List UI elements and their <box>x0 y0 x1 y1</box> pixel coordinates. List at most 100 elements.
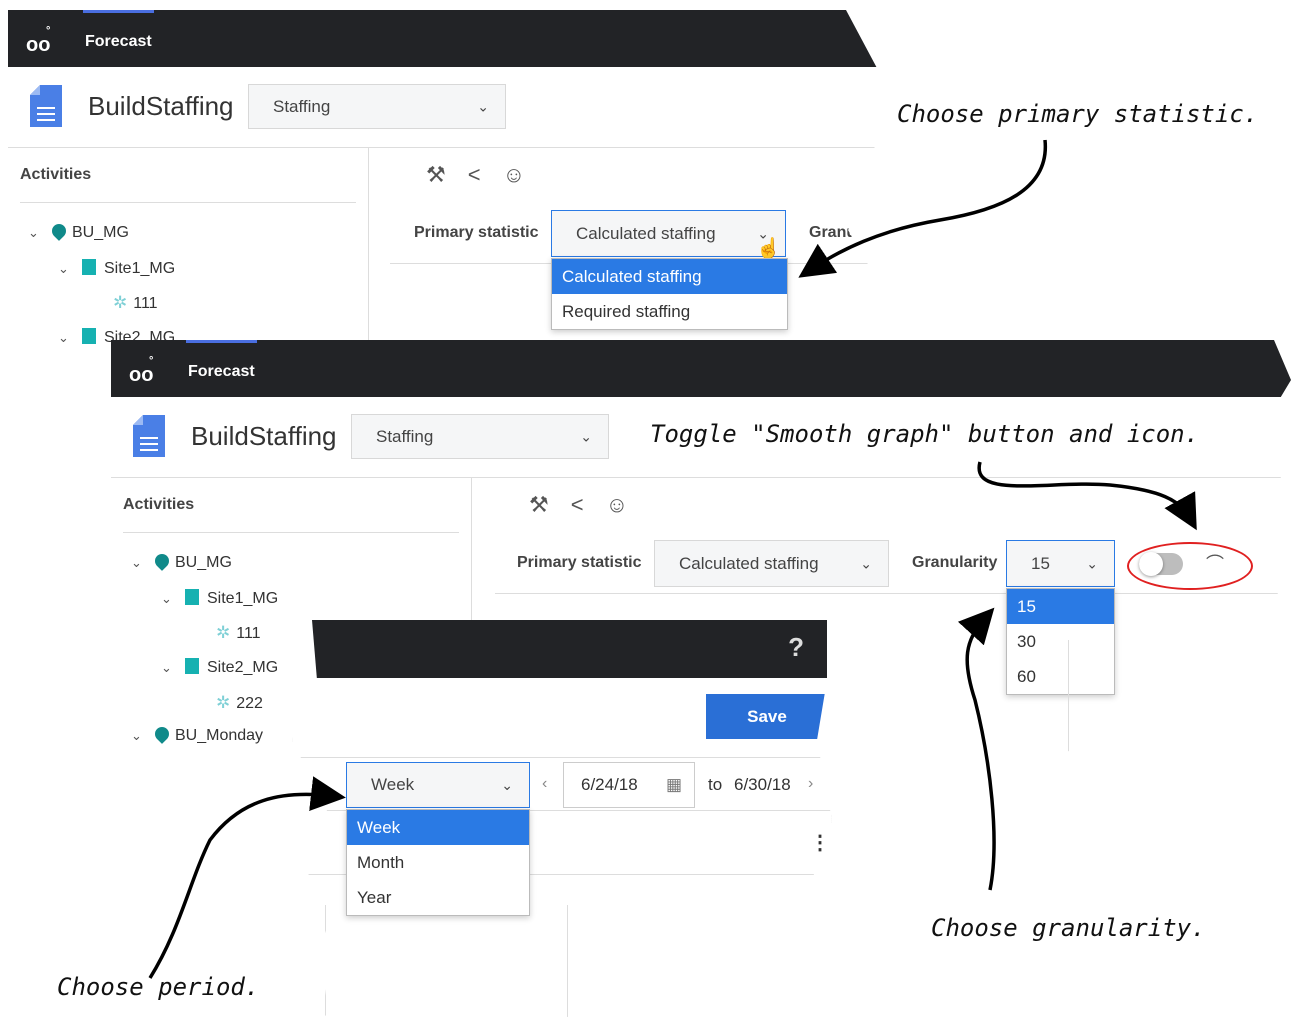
person-settings-icon[interactable]: ☺ <box>606 492 650 517</box>
menu-item-month[interactable]: Month <box>347 845 529 880</box>
tree-item-label: 111 <box>133 295 158 312</box>
screenshot-panel-period: ? Save Week ⌄ ‹ 6/24/18 ▦ to 6/30/18 › ⋮… <box>292 620 832 1020</box>
tab-forecast[interactable]: Forecast <box>186 340 257 397</box>
title-bar: BuildStaffing Staffing ⌄ <box>8 67 908 148</box>
divider <box>325 905 326 1020</box>
chevron-down-icon[interactable]: ⌄ <box>161 660 181 676</box>
period-value: Week <box>371 775 415 794</box>
primary-statistic-value: Calculated staffing <box>679 554 819 573</box>
gear-icon: ✲ <box>113 293 128 312</box>
primary-statistic-select[interactable]: Calculated staffing ⌄ <box>654 540 889 587</box>
view-select[interactable]: Staffing ⌄ <box>351 414 609 459</box>
divider <box>1068 640 1069 760</box>
granularity-menu: 15 30 60 <box>1006 588 1115 695</box>
building-icon <box>185 589 199 605</box>
tree-item-label: 111 <box>236 625 261 642</box>
calendar-icon[interactable]: ▦ <box>666 763 682 807</box>
tree-item-site2[interactable]: ⌄ Site2_MG <box>161 658 278 677</box>
end-date: 6/30/18 <box>734 775 791 794</box>
genesys-logo-icon: ° oo <box>129 355 154 386</box>
building-icon <box>82 259 96 275</box>
location-pin-icon <box>152 724 172 744</box>
document-icon <box>133 415 165 457</box>
tree-item-bu-mg[interactable]: ⌄ BU_MG <box>131 551 232 572</box>
chevron-down-icon[interactable]: ⌄ <box>131 555 151 571</box>
menu-item-15[interactable]: 15 <box>1007 589 1114 624</box>
gear-icon: ✲ <box>216 623 231 642</box>
view-select-value: Staffing <box>376 427 434 446</box>
tree-item-222[interactable]: ✲ 222 <box>216 693 263 713</box>
view-select[interactable]: Staffing ⌄ <box>248 84 506 129</box>
primary-statistic-menu: Calculated staffing Required staffing <box>551 258 788 330</box>
primary-statistic-label: Primary statistic <box>517 554 642 571</box>
person-settings-icon[interactable]: ☺ <box>503 162 547 187</box>
granularity-value: 15 <box>1031 554 1050 573</box>
divider <box>292 757 832 758</box>
primary-statistic-select[interactable]: Calculated staffing ⌄ <box>551 210 786 257</box>
chevron-down-icon: ⌄ <box>1086 555 1098 571</box>
toolbar: ⚒<☺ <box>426 162 547 188</box>
chevron-down-icon[interactable]: ⌄ <box>131 728 151 744</box>
chevron-down-icon[interactable]: ⌄ <box>58 330 78 346</box>
share-icon[interactable]: < <box>468 162 503 187</box>
tree-item-label: BU_MG <box>72 224 129 241</box>
tree-item-label: BU_Monday <box>175 727 264 744</box>
tree-item-111[interactable]: ✲ 111 <box>113 293 158 313</box>
primary-statistic-value: Calculated staffing <box>576 224 716 243</box>
tree-item-label: Site2_MG <box>207 659 279 676</box>
activities-header: Activities <box>123 496 195 513</box>
building-icon <box>185 658 199 674</box>
tree-item-site1[interactable]: ⌄ Site1_MG <box>58 259 175 278</box>
menu-item-calculated-staffing[interactable]: Calculated staffing <box>552 259 787 294</box>
share-icon[interactable]: < <box>571 492 606 517</box>
granularity-label: Granularity <box>912 554 998 571</box>
wrench-icon[interactable]: ⚒ <box>529 492 571 517</box>
tree-item-label: Site1_MG <box>207 590 279 607</box>
chevron-down-icon[interactable]: ⌄ <box>58 261 78 277</box>
tree-item-label: BU_MG <box>175 554 232 571</box>
more-vertical-icon[interactable]: ⋮ <box>810 830 830 855</box>
annotation-primary-statistic: Choose primary statistic. <box>897 100 1259 128</box>
start-date-input[interactable]: 6/24/18 ▦ <box>563 762 695 808</box>
arrow-period <box>148 776 346 979</box>
annotation-period: Choose period. <box>57 973 260 1001</box>
tree-item-bu-mg[interactable]: ⌄ BU_MG <box>28 221 129 242</box>
wrench-icon[interactable]: ⚒ <box>426 162 468 187</box>
divider <box>567 905 568 1020</box>
chevron-down-icon: ⌄ <box>580 428 592 444</box>
annotation-smooth-graph: Toggle "Smooth graph" button and icon. <box>650 420 1200 448</box>
tab-forecast[interactable]: Forecast <box>83 10 154 67</box>
granularity-select[interactable]: 15 ⌄ <box>1006 540 1115 587</box>
chevron-down-icon: ⌄ <box>501 777 513 793</box>
view-select-value: Staffing <box>273 97 331 116</box>
menu-item-30[interactable]: 30 <box>1007 624 1114 659</box>
tree-item-bu-monday[interactable]: ⌄ BU_Monday <box>131 724 264 745</box>
chevron-down-icon[interactable]: ⌄ <box>161 591 181 607</box>
chevron-down-icon[interactable]: ⌄ <box>28 225 48 241</box>
menu-item-required-staffing[interactable]: Required staffing <box>552 294 787 329</box>
divider <box>495 593 1291 594</box>
period-menu: Week Month Year <box>346 809 530 916</box>
granularity-label: Granu <box>809 224 857 241</box>
tree-item-site1[interactable]: ⌄ Site1_MG <box>161 589 278 608</box>
help-icon[interactable]: ? <box>788 632 804 663</box>
top-bar: ° oo Forecast <box>111 340 1291 397</box>
menu-item-year[interactable]: Year <box>347 880 529 915</box>
save-button[interactable]: Save <box>706 694 828 739</box>
menu-item-60[interactable]: 60 <box>1007 659 1114 694</box>
tree-item-111[interactable]: ✲ 111 <box>216 623 261 643</box>
tree-item-label: 222 <box>236 695 263 712</box>
building-icon <box>82 328 96 344</box>
chevron-left-icon[interactable]: ‹ <box>542 775 547 793</box>
location-pin-icon <box>49 221 69 241</box>
chevron-right-icon[interactable]: › <box>808 775 813 793</box>
divider <box>20 202 356 203</box>
divider <box>123 532 459 533</box>
genesys-logo-icon: ° oo <box>26 25 51 56</box>
document-icon <box>30 85 62 127</box>
period-select[interactable]: Week ⌄ <box>346 762 530 808</box>
primary-statistic-label: Primary statistic <box>414 224 539 241</box>
chevron-down-icon: ⌄ <box>860 555 872 571</box>
menu-item-week[interactable]: Week <box>347 810 529 845</box>
gear-icon: ✲ <box>216 693 231 712</box>
